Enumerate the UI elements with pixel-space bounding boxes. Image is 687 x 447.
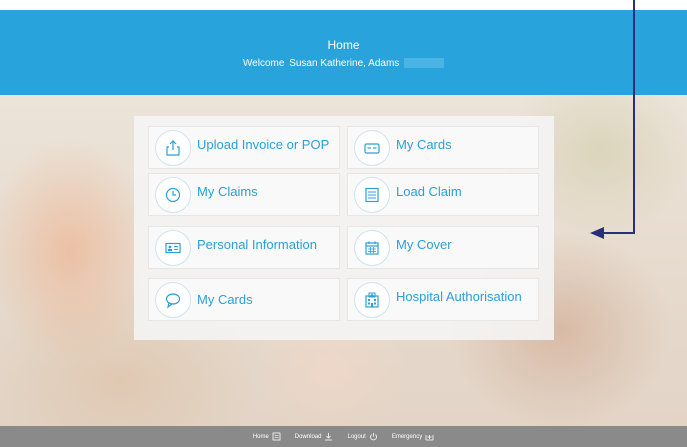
name-highlight (404, 58, 445, 69)
footer-bar: Home Download Logout Emergency (0, 426, 687, 447)
tile-label: My Claims (197, 184, 258, 199)
tile-label: Upload Invoice or POP (197, 137, 330, 152)
footer-home[interactable]: Home (253, 432, 281, 441)
tile-my-cover[interactable]: My Cover (347, 226, 539, 269)
tile-label: Hospital Authorisation (396, 289, 522, 304)
tile-label: Personal Information (197, 237, 317, 252)
welcome-prefix: Welcome (242, 58, 285, 69)
top-strip (0, 0, 687, 10)
tile-upload-invoice[interactable]: Upload Invoice or POP (148, 126, 340, 169)
clock-icon (155, 177, 191, 213)
footer-emergency[interactable]: Emergency (392, 432, 434, 441)
tile-my-cards[interactable]: My Cards (347, 126, 539, 169)
menu-panel: Upload Invoice or POP My Cards My Claims… (134, 116, 554, 340)
tile-label: My Cards (197, 292, 253, 307)
user-name: Susan Katherine, Adams (289, 58, 400, 69)
footer-download[interactable]: Download (295, 432, 334, 441)
chat-bubble-icon (155, 282, 191, 318)
header-bar: Home Welcome Susan Katherine, Adams (0, 10, 687, 95)
footer-label: Emergency (391, 433, 423, 440)
home-icon (272, 432, 281, 441)
page-title: Home (327, 38, 360, 52)
tile-my-cards-2[interactable]: My Cards (148, 278, 340, 321)
id-card-icon (155, 230, 191, 266)
hospital-icon (354, 282, 390, 318)
download-icon (325, 433, 333, 441)
upload-icon (155, 130, 191, 166)
tile-label: Load Claim (396, 184, 462, 199)
card-icon (354, 130, 390, 166)
footer-label: Logout (347, 433, 366, 440)
tile-personal-information[interactable]: Personal Information (148, 226, 340, 269)
calendar-icon (354, 230, 390, 266)
tile-label: My Cards (396, 137, 452, 152)
emergency-icon (425, 435, 434, 441)
footer-label: Download (294, 433, 322, 440)
tile-hospital-authorisation[interactable]: Hospital Authorisation (347, 278, 539, 321)
power-icon (369, 433, 377, 441)
tile-my-claims[interactable]: My Claims (148, 173, 340, 216)
footer-logout[interactable]: Logout (347, 432, 377, 441)
tile-label: My Cover (396, 237, 452, 252)
welcome-line: Welcome Susan Katherine, Adams (0, 58, 687, 69)
tile-load-claim[interactable]: Load Claim (347, 173, 539, 216)
form-list-icon (354, 177, 390, 213)
footer-label: Home (252, 433, 269, 440)
